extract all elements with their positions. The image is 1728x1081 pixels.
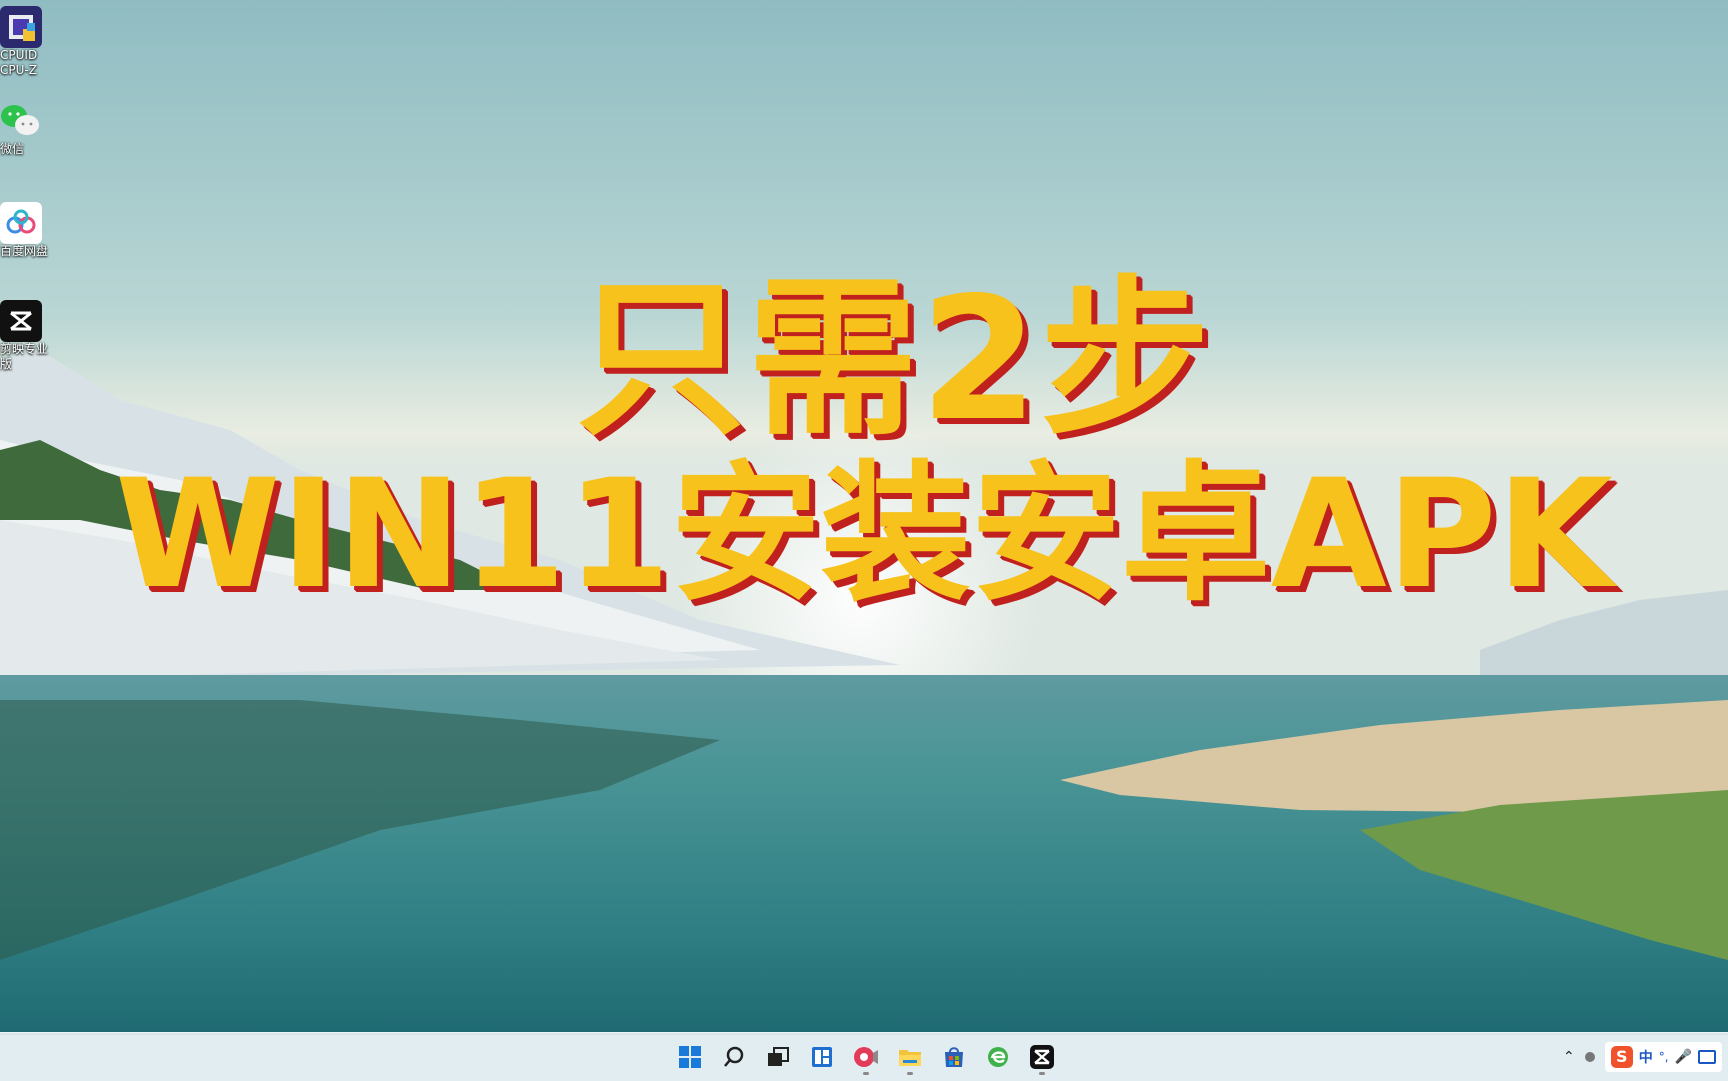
overlay-title-line-1: 只需2步	[575, 261, 1213, 459]
taskbar-app-recorder[interactable]	[848, 1039, 884, 1075]
punctuation-icon[interactable]: °,	[1659, 1050, 1669, 1064]
chevron-up-icon[interactable]: ⌃	[1563, 1049, 1575, 1065]
desktop-icon-label: 百度网盘	[0, 244, 49, 258]
running-indicator	[907, 1072, 913, 1075]
desktop-icon-cpuz[interactable]: CPUID CPU-Z	[0, 6, 56, 78]
baidu-netdisk-icon	[0, 202, 42, 244]
taskbar-apps	[672, 1039, 1060, 1075]
taskbar-app-store[interactable]	[936, 1039, 972, 1075]
running-indicator	[1039, 1072, 1045, 1075]
windows-start-icon	[679, 1046, 701, 1068]
task-view-button[interactable]	[760, 1039, 796, 1075]
desktop-icon-label: 微信	[0, 142, 25, 156]
screen-recorder-icon	[854, 1047, 878, 1067]
overlay-title-line-2: WIN11安装安卓APK	[115, 448, 1613, 622]
microsoft-store-icon	[945, 1047, 963, 1067]
desktop-icon-baidu-netdisk[interactable]: 百度网盘	[0, 202, 56, 259]
ime-language-toggle[interactable]: 中	[1639, 1047, 1653, 1067]
desktop-icon-wechat[interactable]: 微信	[0, 100, 56, 157]
widgets-icon	[812, 1047, 832, 1067]
taskbar-app-browser[interactable]	[980, 1039, 1016, 1075]
system-tray: ⌃ S 中 °, 🎤	[1563, 1033, 1728, 1081]
taskbar-app-capcut[interactable]	[1024, 1039, 1060, 1075]
capcut-icon	[1030, 1045, 1054, 1069]
taskbar-search-button[interactable]	[716, 1039, 752, 1075]
sogou-ime-icon[interactable]: S	[1610, 1046, 1633, 1068]
taskbar-app-file-explorer[interactable]	[892, 1039, 928, 1075]
taskbar: ⌃ S 中 °, 🎤	[0, 1032, 1728, 1081]
search-icon	[724, 1046, 744, 1067]
desktop-icon-label: CPUID CPU-Z	[0, 48, 38, 77]
cpuz-icon	[0, 6, 42, 48]
start-button[interactable]	[672, 1039, 708, 1075]
ime-toolbar[interactable]: S 中 °, 🎤	[1604, 1042, 1722, 1072]
keyboard-icon[interactable]	[1698, 1050, 1716, 1064]
task-view-icon	[768, 1047, 789, 1066]
file-explorer-icon	[899, 1050, 921, 1066]
status-icon[interactable]	[1584, 1052, 1595, 1062]
microphone-icon[interactable]: 🎤	[1675, 1049, 1692, 1065]
browser-icon	[988, 1047, 1008, 1067]
running-indicator	[863, 1072, 869, 1075]
wechat-icon	[0, 100, 42, 142]
widgets-button[interactable]	[804, 1039, 840, 1075]
